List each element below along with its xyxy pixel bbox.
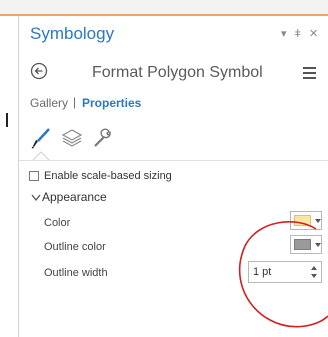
pin-icon[interactable]: ǂ [295,27,301,41]
tab-gallery[interactable]: Gallery [30,96,68,110]
left-gutter [0,16,18,337]
spin-down-icon[interactable] [311,274,317,278]
scale-sizing-label: Enable scale-based sizing [44,170,172,182]
appearance-section-title[interactable]: Appearance [42,190,107,204]
spin-up-icon[interactable] [311,266,317,270]
chevron-down-icon [315,243,321,247]
color-label: Color [44,217,71,229]
window-top-band [0,0,328,14]
pane-controls: ▾ ǂ ✕ [281,27,318,41]
outline-color-swatch [294,239,311,250]
back-arrow-icon[interactable] [30,62,48,80]
outline-color-label: Outline color [44,241,106,253]
outline-width-value[interactable]: 1 pt [253,266,271,278]
color-picker-button[interactable] [290,211,322,230]
chevron-down-icon[interactable] [31,194,41,202]
hamburger-menu-icon[interactable] [303,67,316,79]
close-icon[interactable]: ✕ [309,27,318,41]
format-symbol-title: Format Polygon Symbol [92,64,263,81]
wrench-icon[interactable] [90,126,114,150]
panel-border [18,16,19,337]
tab-properties[interactable]: Properties [82,96,141,110]
nav-separator: | [73,95,77,109]
outline-color-picker-button[interactable] [290,235,322,254]
chevron-down-icon [315,219,321,223]
layers-icon[interactable] [60,126,84,150]
scale-sizing-checkbox[interactable] [29,171,39,181]
pane-title: Symbology [30,24,115,43]
red-annotation-circle [238,221,328,328]
gutter-mark [6,113,8,127]
paintbrush-icon[interactable] [29,126,53,150]
tab-underline [19,160,328,161]
outline-width-stepper[interactable]: 1 pt [248,261,322,283]
color-swatch [294,215,311,226]
outline-width-label: Outline width [44,267,108,279]
chevron-down-icon[interactable]: ▾ [281,27,287,41]
window-accent-line [0,14,328,16]
